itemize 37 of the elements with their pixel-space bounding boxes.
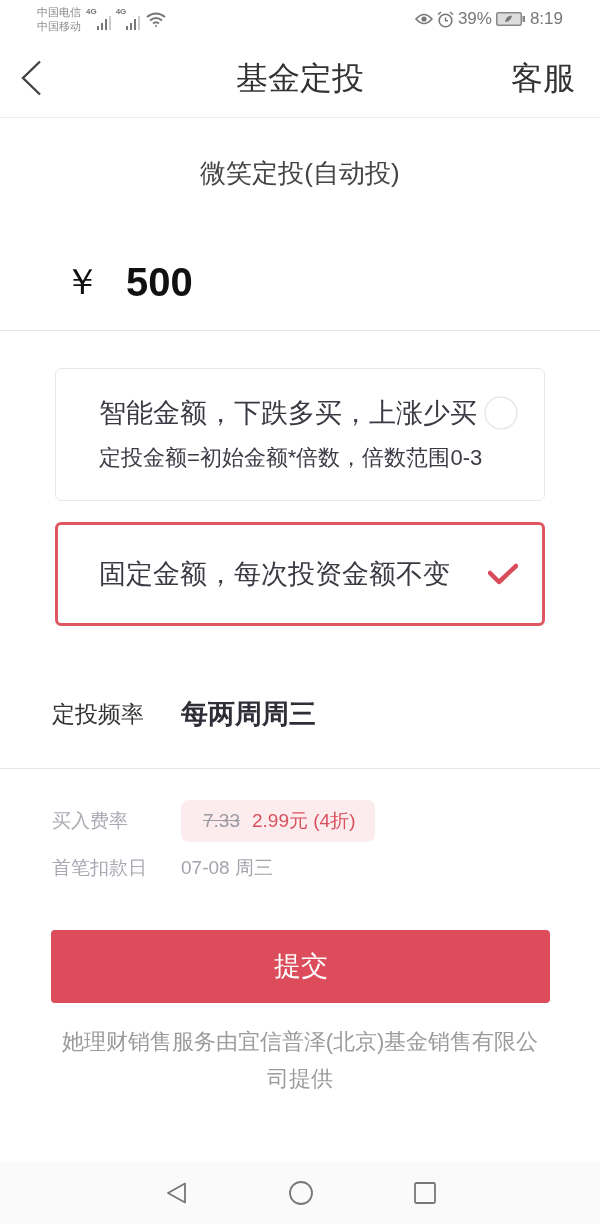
check-icon — [488, 562, 518, 585]
option-title: 智能金额，下跌多买，上涨少买 — [99, 397, 477, 430]
back-button[interactable] — [20, 59, 42, 96]
currency-symbol: ￥ — [64, 260, 100, 304]
network-type-label: 4G — [115, 8, 127, 16]
carrier-name: 中国电信 — [37, 5, 81, 19]
battery-percent: 39% — [457, 9, 492, 29]
page-title: 基金定投 — [236, 58, 364, 98]
option-description: 定投金额=初始金额*倍数，倍数范围0-3 — [99, 444, 484, 472]
nav-home-icon[interactable] — [289, 1181, 313, 1205]
eye-icon — [414, 13, 433, 25]
option-card[interactable]: 固定金额，每次投资金额不变 — [55, 522, 545, 626]
plan-name: 微笑定投(自动投) — [200, 157, 400, 190]
nav-recents-icon[interactable] — [414, 1182, 436, 1204]
clock-time: 8:19 — [529, 9, 563, 29]
carrier-name: 中国移动 — [37, 19, 81, 33]
battery-icon — [495, 12, 526, 26]
frequency-value[interactable]: 每两周周三 — [181, 696, 316, 732]
option-title: 固定金额，每次投资金额不变 — [99, 557, 450, 591]
network-type-label: 4G — [86, 8, 97, 16]
original-fee: 7.33 — [203, 808, 240, 833]
detail-value: 07-08 周三 — [181, 856, 273, 880]
detail-label: 买入费率 — [52, 809, 129, 833]
submit-button[interactable]: 提交 — [51, 930, 550, 1003]
chevron-left-icon — [20, 59, 42, 96]
customer-service-button[interactable]: 客服 — [511, 57, 575, 98]
wifi-icon — [146, 11, 167, 27]
footer-note: 她理财销售服务由宜信普泽(北京)基金销售有限公司提供 — [60, 1028, 540, 1093]
frequency-label: 定投频率 — [52, 700, 145, 729]
signal-icon — [126, 16, 141, 30]
signal-icon — [96, 16, 111, 30]
detail-label: 首笔扣款日 — [52, 856, 148, 880]
amount-field[interactable]: 500 — [126, 258, 206, 306]
nav-back-icon[interactable] — [164, 1181, 188, 1205]
alarm-clock-icon — [436, 10, 454, 28]
discounted-fee: 2.99元 (4折) — [252, 808, 356, 833]
option-card[interactable]: 智能金额，下跌多买，上涨少买 定投金额=初始金额*倍数，倍数范围0-3 — [55, 368, 545, 501]
